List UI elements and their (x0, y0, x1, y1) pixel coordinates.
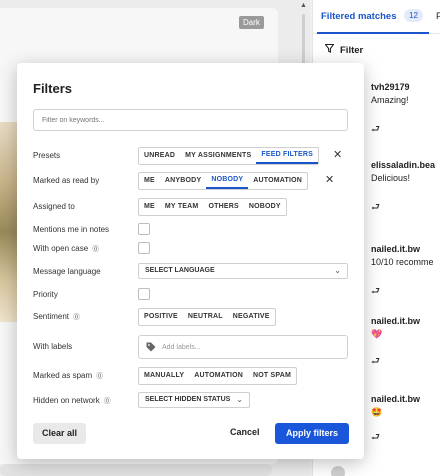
spam-option-not-spam[interactable]: NOT SPAM (248, 368, 296, 384)
sentiment-row: Sentiment ⓪ POSITIVE NEUTRAL NEGATIVE (33, 308, 353, 326)
spam-option-manually[interactable]: MANUALLY (139, 368, 189, 384)
read-option-automation[interactable]: AUTOMATION (248, 173, 307, 189)
open-case-checkbox[interactable] (138, 242, 150, 254)
sentiment-option-positive[interactable]: POSITIVE (139, 309, 183, 325)
open-case-label: With open case ⓪ (33, 244, 100, 254)
reply-icon[interactable]: ⮐ (371, 430, 380, 447)
mentions-row: Mentions me in notes (33, 221, 353, 239)
tab-next[interactable]: P (436, 11, 440, 22)
marked-read-label: Marked as read by (33, 176, 100, 185)
presets-segmented-control: UNREAD MY ASSIGNMENTS FEED FILTERS (138, 147, 320, 165)
presets-label: Presets (33, 151, 61, 160)
marked-read-row: Marked as read by ME ANYBODY NOBODY AUTO… (33, 172, 353, 190)
assigned-option-me[interactable]: ME (139, 199, 160, 215)
assigned-row: Assigned to ME MY TEAM OTHERS NOBODY (33, 198, 353, 216)
right-panel-tabs: Filtered matches 12 P (313, 0, 440, 34)
match-count-badge: 12 (404, 9, 423, 22)
item-username: nailed.it.bw (371, 316, 421, 326)
item-message: Delicious! (371, 173, 411, 183)
language-select[interactable]: SELECT LANGUAGE ⌄ (138, 263, 348, 279)
labels-placeholder: Add labels... (162, 344, 201, 351)
chevron-down-icon: ⌄ (334, 266, 341, 275)
hidden-row: Hidden on network ⓪ SELECT HIDDEN STATUS … (33, 392, 353, 410)
help-icon[interactable]: ⓪ (92, 244, 99, 254)
language-label: Message language (33, 267, 101, 276)
tag-icon (146, 342, 156, 354)
dialog-title: Filters (33, 81, 73, 96)
open-case-row: With open case ⓪ (33, 240, 353, 258)
item-message: Amazing! (371, 95, 409, 105)
read-option-nobody[interactable]: NOBODY (206, 173, 249, 189)
item-message: 🤩 (371, 407, 383, 417)
assigned-segmented-control: ME MY TEAM OTHERS NOBODY (138, 198, 287, 216)
labels-row: With labels Add labels... (33, 335, 353, 359)
keyword-filter-input[interactable] (33, 109, 348, 131)
read-option-anybody[interactable]: ANYBODY (160, 173, 206, 189)
mentions-checkbox[interactable] (138, 223, 150, 235)
help-icon[interactable]: ⓪ (73, 312, 80, 322)
active-tab-indicator (317, 32, 429, 34)
presets-row: Presets UNREAD MY ASSIGNMENTS FEED FILTE… (33, 147, 353, 165)
reply-icon[interactable]: ⮐ (371, 354, 380, 371)
item-username: nailed.it.bw (371, 394, 421, 404)
item-username: nailed.it.bw (371, 244, 421, 254)
assigned-option-nobody[interactable]: NOBODY (244, 199, 286, 215)
help-icon[interactable]: ⓪ (104, 396, 111, 406)
preset-option-feed-filters[interactable]: FEED FILTERS (256, 148, 319, 164)
chevron-down-icon: ⌄ (236, 395, 243, 404)
dark-mode-badge[interactable]: Dark (239, 16, 264, 29)
assigned-option-my-team[interactable]: MY TEAM (160, 199, 204, 215)
avatar (331, 466, 345, 476)
clear-all-button[interactable]: Clear all (33, 423, 86, 444)
spam-segmented-control: MANUALLY AUTOMATION NOT SPAM (138, 367, 298, 385)
reply-icon[interactable]: ⮐ (371, 200, 380, 217)
assigned-label: Assigned to (33, 202, 75, 211)
item-message: 💖 (371, 329, 383, 339)
filter-button[interactable]: Filter (324, 43, 364, 56)
filters-dialog: Filters Presets UNREAD MY ASSIGNMENTS FE… (17, 63, 364, 459)
scroll-up-icon[interactable]: ▲ (300, 2, 307, 9)
marked-read-segmented-control: ME ANYBODY NOBODY AUTOMATION (138, 172, 309, 190)
priority-checkbox[interactable] (138, 288, 150, 300)
apply-filters-button[interactable]: Apply filters (275, 423, 349, 444)
item-message: 10/10 recomme (371, 257, 434, 267)
tab-filtered-matches[interactable]: Filtered matches (321, 11, 397, 22)
funnel-icon (324, 43, 335, 56)
read-option-me[interactable]: ME (139, 173, 160, 189)
help-icon[interactable]: ⓪ (96, 371, 103, 381)
priority-row: Priority (33, 286, 353, 304)
sentiment-label: Sentiment ⓪ (33, 312, 81, 322)
item-username: elissaladin.bea (371, 160, 436, 170)
preset-option-my-assignments[interactable]: MY ASSIGNMENTS (180, 148, 256, 164)
spam-option-automation[interactable]: AUTOMATION (189, 368, 248, 384)
item-username: tvh29179 (371, 82, 410, 92)
sentiment-option-negative[interactable]: NEGATIVE (228, 309, 275, 325)
reply-icon[interactable]: ⮐ (371, 122, 380, 139)
filter-label: Filter (340, 45, 364, 56)
clear-presets-close-icon[interactable]: ✕ (333, 148, 342, 161)
bottom-input-bar[interactable] (0, 464, 272, 476)
language-row: Message language SELECT LANGUAGE ⌄ (33, 263, 353, 281)
spam-row: Marked as spam ⓪ MANUALLY AUTOMATION NOT … (33, 367, 353, 385)
clear-marked-read-close-icon[interactable]: ✕ (325, 173, 334, 186)
labels-label: With labels (33, 342, 73, 351)
preset-option-unread[interactable]: UNREAD (139, 148, 180, 164)
priority-label: Priority (33, 290, 58, 299)
sentiment-option-neutral[interactable]: NEUTRAL (183, 309, 228, 325)
assigned-option-others[interactable]: OTHERS (203, 199, 243, 215)
spam-label: Marked as spam ⓪ (33, 371, 104, 381)
cancel-button[interactable]: Cancel (230, 427, 260, 437)
sentiment-segmented-control: POSITIVE NEUTRAL NEGATIVE (138, 308, 276, 326)
labels-input[interactable]: Add labels... (138, 335, 348, 359)
hidden-label: Hidden on network ⓪ (33, 396, 111, 406)
hidden-status-select[interactable]: SELECT HIDDEN STATUS ⌄ (138, 392, 250, 408)
mentions-label: Mentions me in notes (33, 225, 110, 234)
reply-icon[interactable]: ⮐ (371, 284, 380, 301)
